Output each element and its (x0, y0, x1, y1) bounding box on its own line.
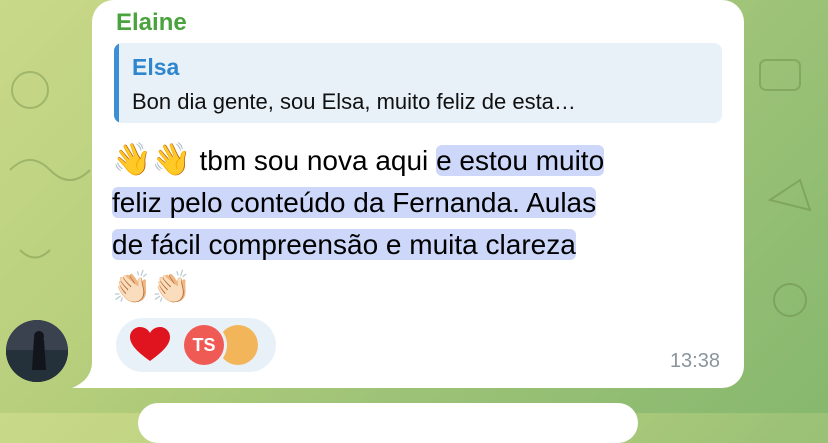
heart-icon (130, 327, 170, 361)
waving-hands-emoji: 👋👋 (112, 140, 192, 178)
reaction-avatar-l (218, 325, 258, 365)
message-timestamp: 13:38 (669, 350, 720, 372)
clapping-hands-emoji: 👏🏻👏🏻 (112, 268, 192, 306)
next-message-bubble[interactable] (138, 403, 638, 443)
reply-sender-name: Elsa (132, 54, 180, 80)
message-text: 👋👋 tbm sou nova aqui e estou muito feliz… (112, 138, 732, 310)
sender-name[interactable]: Elaine (116, 9, 187, 37)
sender-avatar[interactable] (6, 320, 68, 382)
avatar-photo (6, 320, 68, 382)
reply-quote[interactable]: Elsa Bon dia gente, sou Elsa, muito feli… (114, 43, 722, 123)
reaction-avatar-ts: TS (184, 325, 224, 365)
reply-preview-text: Bon dia gente, sou Elsa, muito feliz de … (132, 89, 576, 114)
message-text-highlight-3: de fácil compreensão e muita clareza (112, 229, 576, 260)
message-text-highlight-2: feliz pelo conteúdo da Fernanda. Aulas (112, 187, 597, 218)
message-text-highlight-1: e estou muito (436, 145, 605, 176)
reactions-pill[interactable]: TS (116, 318, 276, 372)
reply-accent-bar (114, 43, 119, 123)
message-bubble[interactable]: Elaine Elsa Bon dia gente, sou Elsa, mui… (92, 0, 744, 388)
message-text-plain: tbm sou nova aqui (191, 145, 437, 176)
